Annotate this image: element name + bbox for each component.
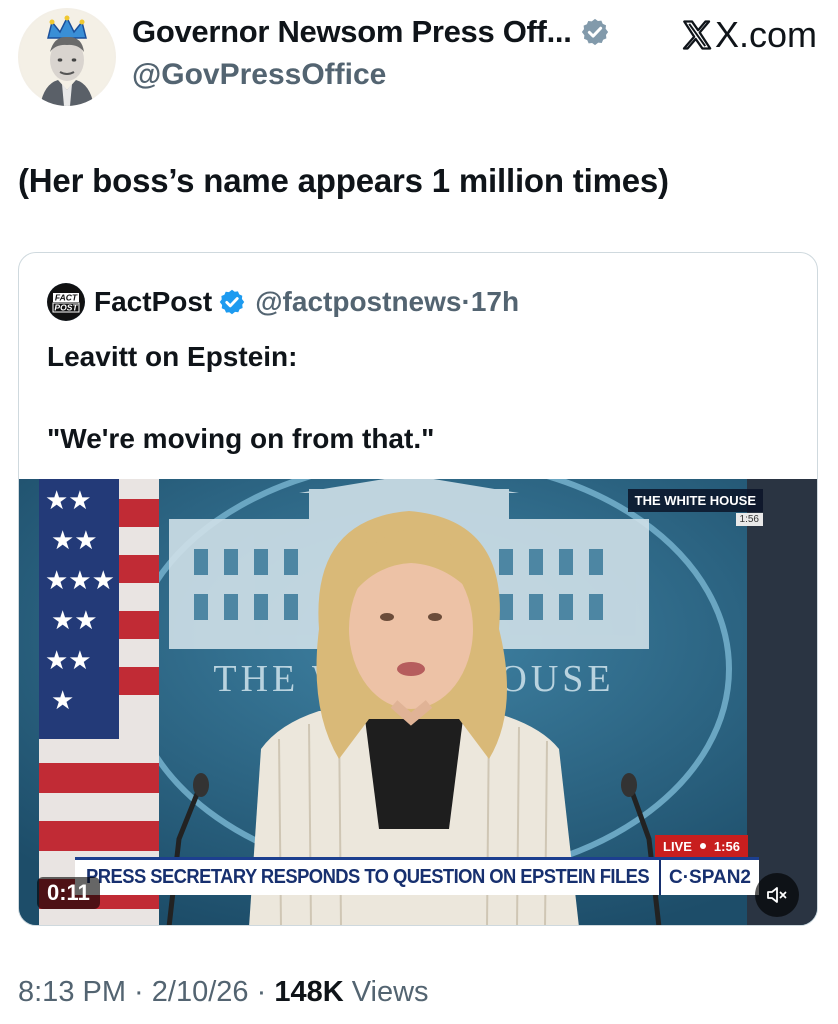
factpost-logo-mark-icon: FACT POST bbox=[48, 284, 84, 320]
live-dot-icon bbox=[699, 843, 706, 849]
avatar-portrait-icon bbox=[20, 10, 114, 106]
network-tag: THE WHITE HOUSE bbox=[627, 489, 763, 512]
post-time[interactable]: 8:13 PM bbox=[18, 976, 126, 1008]
author-name-row[interactable]: Governor Newsom Press Off... bbox=[132, 14, 610, 50]
quoted-text-line-1: Leavitt on Epstein: bbox=[47, 341, 298, 372]
author-avatar[interactable] bbox=[18, 8, 116, 106]
tweet-meta-footer: 8:13 PM · 2/10/26 · 148K Views bbox=[18, 976, 429, 1009]
quoted-timestamp[interactable]: 17h bbox=[471, 286, 519, 318]
quoted-tweet-header: FACT POST FactPost @factpostnews · 17h bbox=[47, 283, 519, 321]
quoted-tweet-card[interactable]: FACT POST FactPost @factpostnews · 17h L… bbox=[18, 252, 818, 926]
views-label: Views bbox=[343, 976, 429, 1008]
post-date[interactable]: 2/10/26 bbox=[152, 976, 249, 1008]
x-logo-icon bbox=[682, 20, 712, 50]
meta-separator: · bbox=[248, 976, 275, 1008]
meta-separator: · bbox=[461, 286, 471, 317]
author-display-name[interactable]: Governor Newsom Press Off... bbox=[132, 14, 572, 50]
verified-badge-icon bbox=[220, 289, 245, 315]
tweet-text: (Her boss’s name appears 1 million times… bbox=[18, 162, 669, 199]
factpost-logo-icon[interactable]: FACT POST bbox=[47, 283, 85, 321]
live-time: 1:56 bbox=[713, 838, 740, 854]
svg-text:★★: ★★ bbox=[51, 526, 98, 556]
svg-text:★★: ★★ bbox=[45, 486, 92, 516]
source-domain: X.com bbox=[715, 14, 818, 55]
views-count[interactable]: 148K bbox=[274, 976, 343, 1008]
live-label: LIVE bbox=[663, 838, 692, 854]
author-handle[interactable]: @GovPressOffice bbox=[132, 58, 386, 92]
mute-button[interactable] bbox=[755, 873, 799, 917]
svg-text:★★: ★★ bbox=[51, 606, 98, 636]
live-indicator: LIVE 1:56 bbox=[655, 835, 748, 857]
svg-text:★★: ★★ bbox=[45, 646, 92, 676]
logo-word-post: POST bbox=[54, 303, 78, 313]
news-chyron: PRESS SECRETARY RESPONDS TO QUESTION ON … bbox=[75, 857, 759, 895]
source-label: X.com bbox=[680, 14, 817, 56]
svg-text:★: ★ bbox=[51, 686, 74, 716]
logo-word-fact: FACT bbox=[55, 293, 78, 303]
channel-logo: C·SPAN2 bbox=[659, 860, 759, 895]
video-timer: 0:11 bbox=[37, 877, 100, 909]
meta-separator: · bbox=[126, 976, 152, 1008]
video-player[interactable]: THE WHITE HOUSE ★★★★★★★ ★★★★★ bbox=[19, 479, 817, 925]
quoted-text-line-2: "We're moving on from that." bbox=[47, 423, 435, 454]
network-time: 1:56 bbox=[735, 513, 763, 526]
svg-text:★★★: ★★★ bbox=[45, 566, 115, 596]
verified-badge-icon bbox=[581, 18, 608, 46]
quoted-handle[interactable]: @factpostnews bbox=[255, 286, 461, 318]
quoted-display-name[interactable]: FactPost bbox=[94, 286, 212, 318]
speaker-muted-icon bbox=[767, 887, 787, 903]
chyron-text: PRESS SECRETARY RESPONDS TO QUESTION ON … bbox=[86, 866, 650, 888]
